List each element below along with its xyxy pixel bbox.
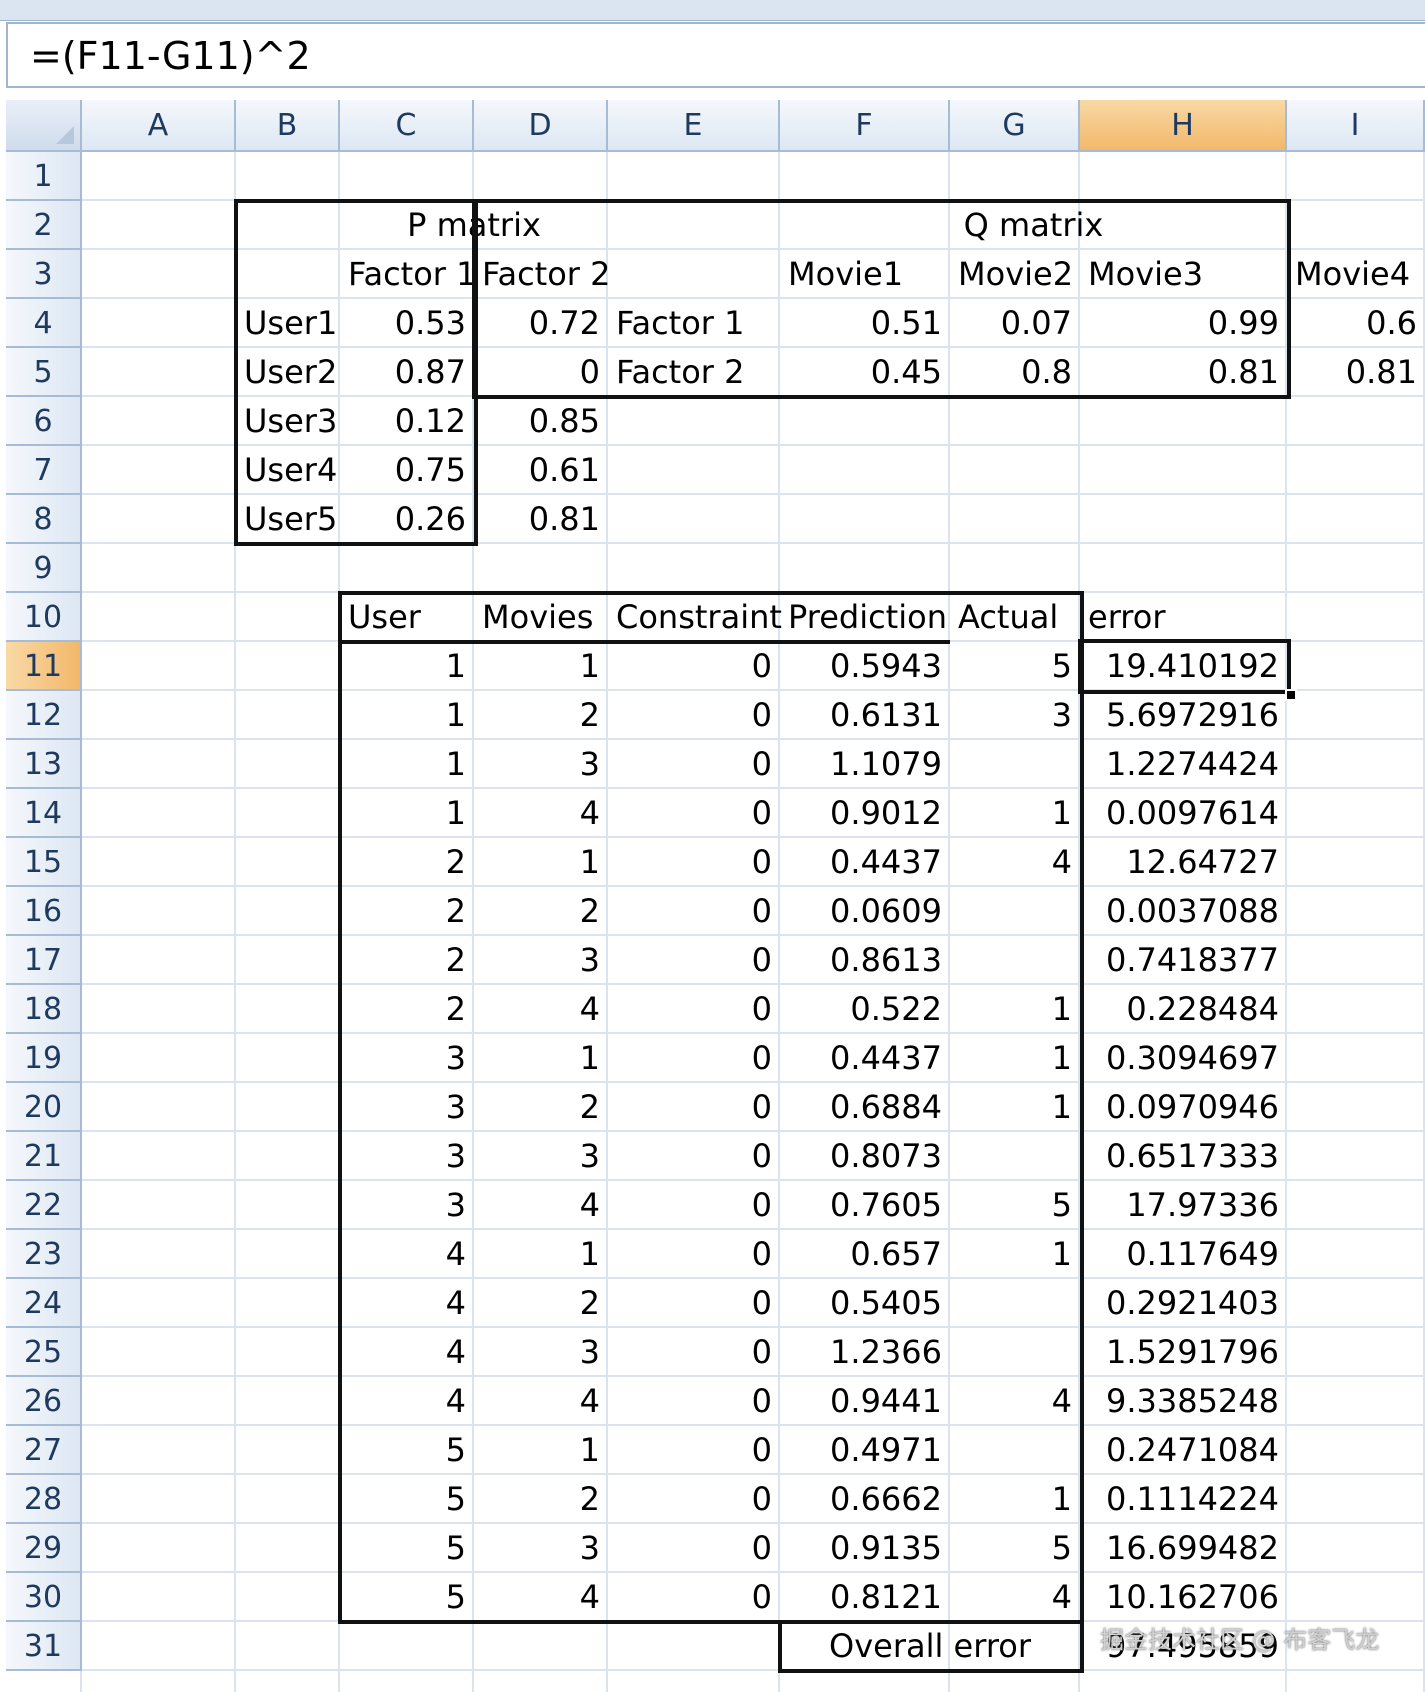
row-header-13[interactable]: 13 [6, 740, 82, 789]
row-header-16[interactable]: 16 [6, 887, 82, 936]
fill-handle[interactable] [1285, 689, 1297, 701]
column-header-a[interactable]: A [82, 100, 236, 152]
formula-bar[interactable]: =(F11-G11)^2 [6, 22, 1425, 88]
p-matrix-value[interactable]: 0.85 [474, 397, 608, 446]
table-cell[interactable]: 12.64727 [1080, 838, 1287, 887]
row-header-9[interactable]: 9 [6, 544, 82, 593]
column-header-i[interactable]: I [1287, 100, 1425, 152]
row-header-10[interactable]: 10 [6, 593, 82, 642]
row-header-2[interactable]: 2 [6, 201, 82, 250]
row-header-27[interactable]: 27 [6, 1426, 82, 1475]
table-cell[interactable]: 0.2471084 [1080, 1426, 1287, 1475]
row-header-29[interactable]: 29 [6, 1524, 82, 1573]
table-cell[interactable]: 0.117649 [1080, 1230, 1287, 1279]
table-cell[interactable]: 16.699482 [1080, 1524, 1287, 1573]
column-header-g[interactable]: G [950, 100, 1080, 152]
p-matrix-value[interactable]: 0.61 [474, 446, 608, 495]
row-header-23[interactable]: 23 [6, 1230, 82, 1279]
table-cell[interactable]: 1.5291796 [1080, 1328, 1287, 1377]
table-header[interactable]: error [1080, 593, 1287, 642]
p-matrix-border [234, 199, 478, 546]
formula-text[interactable]: =(F11-G11)^2 [30, 34, 311, 78]
row-header-8[interactable]: 8 [6, 495, 82, 544]
table-cell[interactable]: 0.0970946 [1080, 1083, 1287, 1132]
row-header-14[interactable]: 14 [6, 789, 82, 838]
table-cell[interactable]: 0.3094697 [1080, 1034, 1287, 1083]
row-header-25[interactable]: 25 [6, 1328, 82, 1377]
table-cell[interactable]: 0.0037088 [1080, 887, 1287, 936]
table-cell[interactable]: 10.162706 [1080, 1573, 1287, 1622]
row-header-24[interactable]: 24 [6, 1279, 82, 1328]
column-header-d[interactable]: D [474, 100, 608, 152]
table-cell[interactable]: 17.97336 [1080, 1181, 1287, 1230]
p-matrix-value[interactable]: 0.81 [474, 495, 608, 544]
row-header-18[interactable]: 18 [6, 985, 82, 1034]
row-header-26[interactable]: 26 [6, 1377, 82, 1426]
table-cell[interactable]: 0.0097614 [1080, 789, 1287, 838]
row-header-12[interactable]: 12 [6, 691, 82, 740]
column-header-h[interactable]: H [1080, 100, 1287, 152]
q-matrix-value[interactable]: 0.81 [1287, 348, 1425, 397]
table-cell[interactable]: 0.7418377 [1080, 936, 1287, 985]
table-cell[interactable]: 0.228484 [1080, 985, 1287, 1034]
row-header-30[interactable]: 30 [6, 1573, 82, 1622]
select-all-icon [56, 126, 74, 144]
table-cell[interactable]: 5.6972916 [1080, 691, 1287, 740]
q-matrix-value[interactable]: 0.6 [1287, 299, 1425, 348]
row-header-19[interactable]: 19 [6, 1034, 82, 1083]
row-header-7[interactable]: 7 [6, 446, 82, 495]
row-header-15[interactable]: 15 [6, 838, 82, 887]
row-header-1[interactable]: 1 [6, 152, 82, 201]
table-cell[interactable]: 1.2274424 [1080, 740, 1287, 789]
q-matrix-border [472, 199, 1291, 399]
column-header-e[interactable]: E [608, 100, 780, 152]
table-cell[interactable]: 0.2921403 [1080, 1279, 1287, 1328]
watermark: 掘金技术社区 @ 布客飞龙 [1100, 1626, 1380, 1654]
table-cell[interactable]: 0.1114224 [1080, 1475, 1287, 1524]
table-border [338, 591, 1084, 1624]
row-header-20[interactable]: 20 [6, 1083, 82, 1132]
row-header-4[interactable]: 4 [6, 299, 82, 348]
row-header-11[interactable]: 11 [6, 642, 82, 691]
table-cell[interactable]: 9.3385248 [1080, 1377, 1287, 1426]
row-header-6[interactable]: 6 [6, 397, 82, 446]
table-header-separator [338, 640, 950, 644]
table-cell[interactable]: 0.6517333 [1080, 1132, 1287, 1181]
column-header-f[interactable]: F [780, 100, 950, 152]
row-header-28[interactable]: 28 [6, 1475, 82, 1524]
row-header-5[interactable]: 5 [6, 348, 82, 397]
column-header-b[interactable]: B [236, 100, 340, 152]
overall-error-border [778, 1620, 1084, 1673]
active-cell-h11[interactable] [1078, 639, 1291, 694]
window-top-strip [0, 0, 1425, 21]
row-header-31[interactable]: 31 [6, 1622, 82, 1671]
select-all-corner[interactable] [6, 100, 82, 152]
row-header-21[interactable]: 21 [6, 1132, 82, 1181]
column-header-c[interactable]: C [340, 100, 474, 152]
q-matrix-header[interactable]: Movie4 [1287, 250, 1425, 299]
row-header-3[interactable]: 3 [6, 250, 82, 299]
row-header-17[interactable]: 17 [6, 936, 82, 985]
row-header-22[interactable]: 22 [6, 1181, 82, 1230]
